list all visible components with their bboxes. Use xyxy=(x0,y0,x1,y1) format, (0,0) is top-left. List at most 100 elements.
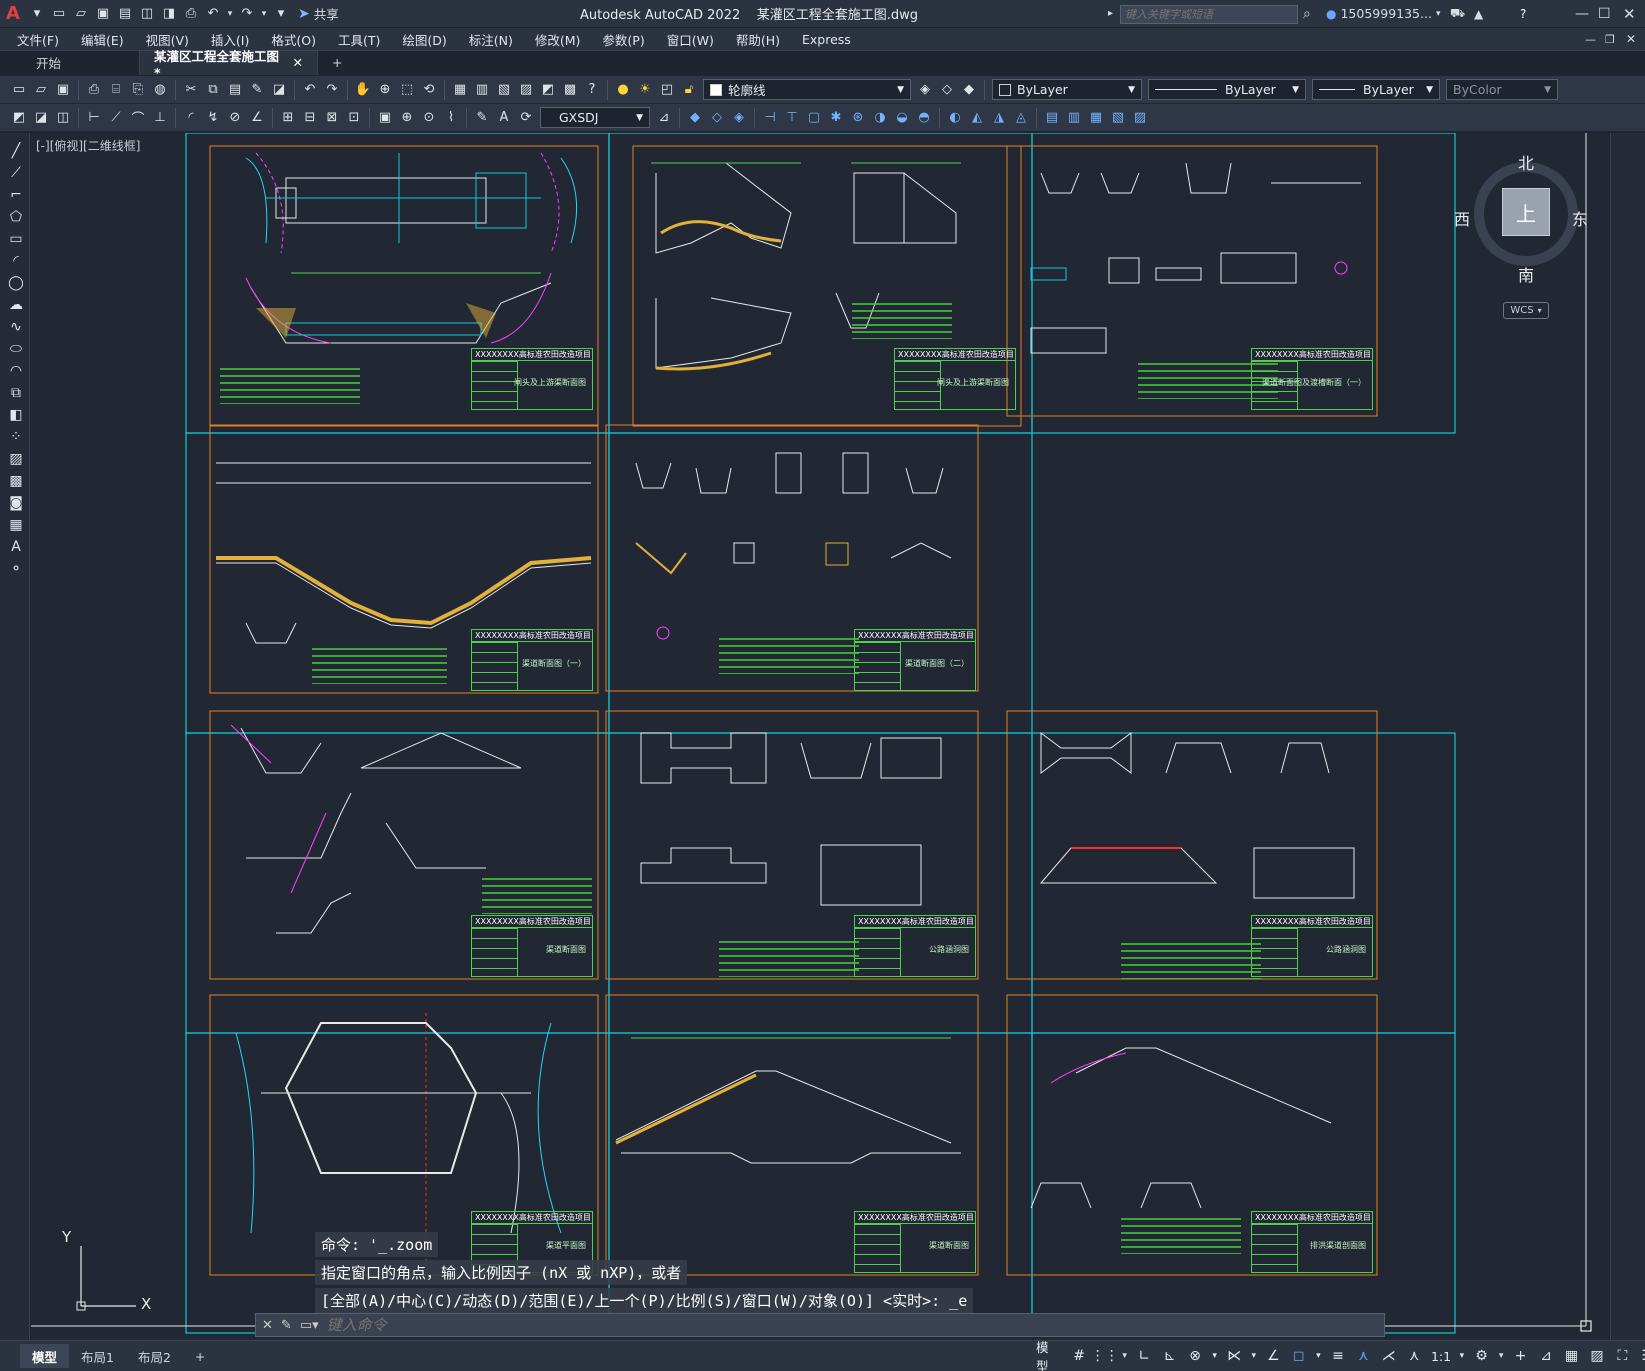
user-account[interactable]: ● 1505999135... ▾ xyxy=(1326,6,1440,21)
share-button[interactable]: ➤ 共享 xyxy=(298,4,339,23)
blue-tool-2-icon[interactable]: ◇ xyxy=(707,108,727,128)
match-prop-icon[interactable]: ✎ xyxy=(247,80,267,100)
layer-previous-icon[interactable]: ◇ xyxy=(937,80,957,100)
dim-diameter-icon[interactable]: ⊘ xyxy=(225,108,245,128)
snap-dropdown-icon[interactable]: ▾ xyxy=(1120,1345,1130,1367)
sheet-set-icon[interactable]: ▨ xyxy=(516,80,536,100)
rectangle-icon[interactable]: ▭ xyxy=(6,229,26,249)
isodraft-dropdown-icon[interactable]: ▾ xyxy=(1249,1345,1259,1367)
autocad-logo-icon[interactable]: A xyxy=(0,3,26,24)
quick-properties-icon[interactable]: ▦ xyxy=(1561,1345,1582,1367)
web-save-icon[interactable]: ◨ xyxy=(159,4,179,24)
open-file-icon[interactable]: ▱ xyxy=(71,4,91,24)
param-17-icon[interactable]: ▨ xyxy=(1130,108,1150,128)
gradient-icon[interactable]: ▩ xyxy=(6,471,26,491)
center-mark-icon[interactable]: ⊕ xyxy=(397,108,417,128)
layer-freeze-icon[interactable]: ☀ xyxy=(635,80,655,100)
menu-draw[interactable]: 绘图(D) xyxy=(391,30,457,49)
ellipse-icon[interactable]: ⬭ xyxy=(6,339,26,359)
param-11-icon[interactable]: ◮ xyxy=(989,108,1009,128)
redo-tb-icon[interactable]: ↷ xyxy=(322,80,342,100)
scale-dropdown-icon[interactable]: ▾ xyxy=(1457,1345,1467,1367)
construction-line-icon[interactable]: ⟋ xyxy=(6,163,26,183)
ellipse-arc-icon[interactable]: ◠ xyxy=(6,361,26,381)
web-open-icon[interactable]: ◫ xyxy=(137,4,157,24)
param-3-icon[interactable]: ▢ xyxy=(804,108,824,128)
polygon-icon[interactable]: ⬠ xyxy=(6,207,26,227)
osnap-icon[interactable]: ◻ xyxy=(1288,1345,1309,1367)
hatch-icon[interactable]: ▨ xyxy=(6,449,26,469)
annotation-scale-icon[interactable]: ⋏ xyxy=(1404,1345,1425,1367)
param-2-icon[interactable]: ⊤ xyxy=(782,108,802,128)
quick-dim-icon[interactable]: ⊞ xyxy=(278,108,298,128)
quickcalc-icon[interactable]: ▩ xyxy=(560,80,580,100)
add-selected-icon[interactable]: ⚬ xyxy=(6,559,26,579)
save-as-icon[interactable]: ▤ xyxy=(115,4,135,24)
open-icon[interactable]: ▱ xyxy=(31,80,51,100)
param-14-icon[interactable]: ▥ xyxy=(1064,108,1084,128)
lineweight-dropdown[interactable]: ByLayer ▼ xyxy=(1312,79,1440,100)
menu-tools[interactable]: 工具(T) xyxy=(327,30,391,49)
grid-icon[interactable]: # xyxy=(1068,1345,1089,1367)
otrack-icon[interactable]: ∠ xyxy=(1263,1345,1284,1367)
jog-linear-icon[interactable]: ⌇ xyxy=(441,108,461,128)
table-icon[interactable]: ▦ xyxy=(6,515,26,535)
customization-menu-icon[interactable]: ☰ xyxy=(1637,1345,1645,1367)
graphics-performance-icon[interactable]: ▨ xyxy=(1586,1345,1607,1367)
clean-screen-icon[interactable]: ⛶ xyxy=(1612,1345,1633,1367)
param-8-icon[interactable]: ◓ xyxy=(914,108,934,128)
plot-icon[interactable]: ⎙ xyxy=(84,80,104,100)
snap-icon[interactable]: ⋮⋮ xyxy=(1091,1345,1119,1367)
layer-states-icon[interactable]: ◆ xyxy=(959,80,979,100)
help-tb-icon[interactable]: ? xyxy=(582,80,602,100)
command-customize-icon[interactable]: ✎ xyxy=(281,1318,292,1333)
insert-block-icon[interactable]: ⧉ xyxy=(6,383,26,403)
print-icon[interactable]: ⎙ xyxy=(181,4,201,24)
command-recent-icon[interactable]: ▭▾ xyxy=(300,1318,319,1333)
menu-help[interactable]: 帮助(H) xyxy=(725,30,791,49)
infer-icon[interactable]: ∟ xyxy=(1134,1345,1155,1367)
model-space-toggle[interactable]: 模型 xyxy=(1036,1337,1060,1371)
zoom-realtime-icon[interactable]: ⊕ xyxy=(375,80,395,100)
cut-icon[interactable]: ✂ xyxy=(181,80,201,100)
compass-north[interactable]: 北 xyxy=(1518,150,1534,174)
dim-baseline-icon[interactable]: ⊟ xyxy=(300,108,320,128)
param-12-icon[interactable]: ◬ xyxy=(1011,108,1031,128)
layer-on-icon[interactable]: ● xyxy=(613,80,633,100)
menu-express[interactable]: Express xyxy=(791,32,862,47)
param-4-icon[interactable]: ✱ xyxy=(826,108,846,128)
maximize-icon[interactable]: ☐ xyxy=(1598,6,1611,22)
make-current-layer-icon[interactable]: ◈ xyxy=(915,80,935,100)
point-icon[interactable]: ⁘ xyxy=(6,427,26,447)
redo-dropdown-icon[interactable]: ▾ xyxy=(259,4,269,24)
spline-icon[interactable]: ∿ xyxy=(6,317,26,337)
minimize-icon[interactable]: — xyxy=(1575,6,1589,22)
menu-edit[interactable]: 编辑(E) xyxy=(70,30,135,49)
circle-icon[interactable]: ◯ xyxy=(6,273,26,293)
layer-dropdown[interactable]: 轮廓线 ▼ xyxy=(703,79,911,100)
units-icon[interactable]: ⊿ xyxy=(1535,1345,1556,1367)
layer-lock-icon[interactable]: 🔓︎ xyxy=(679,80,699,100)
menu-window[interactable]: 窗口(W) xyxy=(656,30,725,49)
markup-icon[interactable]: ◩ xyxy=(538,80,558,100)
lineweight-toggle-icon[interactable]: ≡ xyxy=(1327,1345,1348,1367)
new-tab-button[interactable]: + xyxy=(318,51,356,75)
compass-east[interactable]: 东 xyxy=(1572,206,1588,230)
linetype-dropdown[interactable]: ByLayer ▼ xyxy=(1148,79,1306,100)
inspection-icon[interactable]: ⊙ xyxy=(419,108,439,128)
zoom-window-icon[interactable]: ⬚ xyxy=(397,80,417,100)
viewcube-top-face[interactable]: 上 xyxy=(1502,188,1550,236)
param-9-icon[interactable]: ◐ xyxy=(945,108,965,128)
copy-icon[interactable]: ⧉ xyxy=(203,80,223,100)
design-center-icon[interactable]: ▥ xyxy=(472,80,492,100)
mtext-icon[interactable]: A xyxy=(6,537,26,557)
polar-icon[interactable]: ⊗ xyxy=(1184,1345,1205,1367)
globe-icon[interactable]: ◍ xyxy=(150,80,170,100)
drawing-canvas[interactable]: [-][俯视][二维线框] XXXXXXXX高标准农田改造项目 闸头及上游渠断面… xyxy=(31,133,1609,1340)
undo-tb-icon[interactable]: ↶ xyxy=(300,80,320,100)
viewcube[interactable]: 上 北 南 东 西 xyxy=(1454,150,1588,290)
wcs-menu[interactable]: WCS ▾ xyxy=(1503,302,1549,319)
annotation-scale-value[interactable]: 1:1 xyxy=(1431,1349,1451,1364)
expand-arrow-icon[interactable]: ▸ xyxy=(1108,8,1113,19)
tab-layout2[interactable]: 布局2 xyxy=(126,1344,183,1368)
